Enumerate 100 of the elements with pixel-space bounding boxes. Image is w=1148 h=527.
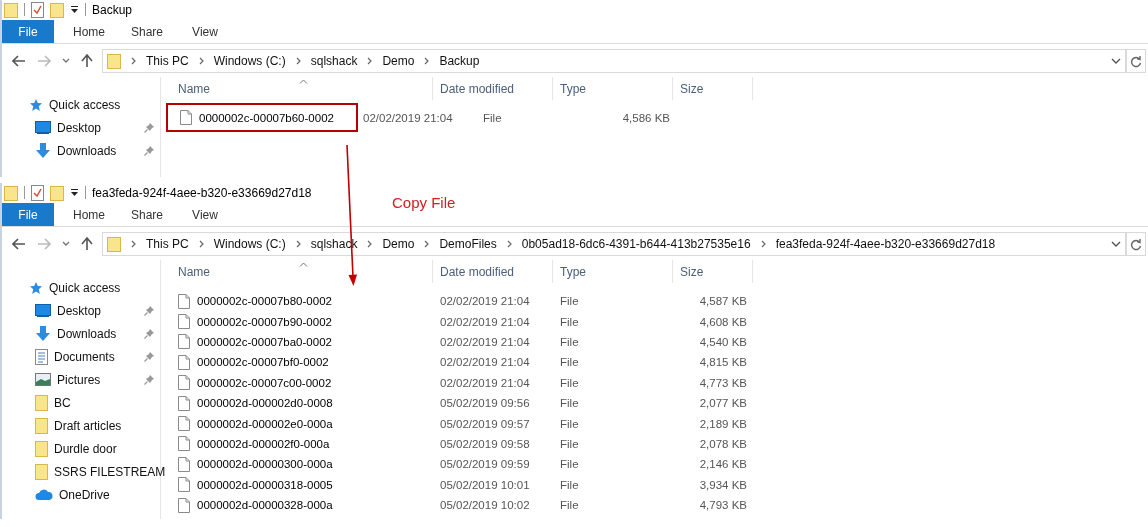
ribbon-tab[interactable]: Home bbox=[60, 20, 118, 43]
ribbon-tab[interactable]: Share bbox=[118, 20, 176, 43]
file-name[interactable]: 0000002c-00007b90-0002 bbox=[197, 315, 332, 328]
size-cell: 4,815 KB bbox=[699, 356, 747, 369]
breadcrumb-item[interactable]: Demo bbox=[382, 237, 415, 251]
file-name[interactable]: 0000002c-00007b60-0002 bbox=[199, 111, 334, 124]
ribbon-tab[interactable]: View bbox=[176, 20, 234, 43]
nav-item[interactable]: Durdle door bbox=[54, 441, 117, 456]
dropdown-icon[interactable] bbox=[70, 188, 79, 197]
pin-icon[interactable] bbox=[144, 374, 155, 385]
checklist-icon[interactable] bbox=[31, 184, 44, 201]
nav-item[interactable]: Pictures bbox=[57, 372, 101, 387]
document-icon bbox=[35, 348, 48, 365]
nav-item[interactable]: BC bbox=[54, 395, 71, 410]
breadcrumb-item[interactable]: This PC bbox=[146, 54, 189, 68]
file-icon bbox=[178, 497, 190, 513]
size-cell: 2,189 KB bbox=[699, 417, 747, 430]
column-header[interactable]: Name bbox=[178, 81, 210, 96]
column-header[interactable]: Size bbox=[680, 81, 704, 96]
chevron-down-icon[interactable] bbox=[1111, 58, 1121, 64]
monitor-icon bbox=[35, 121, 51, 134]
ribbon-tab[interactable]: File bbox=[2, 20, 54, 43]
file-name[interactable]: 0000002c-00007ba0-0002 bbox=[197, 336, 332, 348]
chevron-right-icon bbox=[424, 240, 430, 248]
pin-icon[interactable] bbox=[144, 305, 155, 316]
file-icon bbox=[180, 110, 192, 125]
pin-icon[interactable] bbox=[144, 145, 155, 156]
file-icon bbox=[178, 395, 190, 411]
folder-icon bbox=[35, 463, 48, 480]
date-cell: 05/02/2019 09:57 bbox=[440, 417, 530, 430]
file-name[interactable]: 0000002d-000002d0-0008 bbox=[197, 397, 333, 410]
up-icon[interactable] bbox=[81, 237, 93, 251]
star-icon bbox=[29, 98, 43, 112]
folder-icon bbox=[35, 394, 48, 411]
back-icon[interactable] bbox=[12, 238, 26, 250]
date-cell: 05/02/2019 10:01 bbox=[440, 478, 530, 491]
nav-item[interactable]: OneDrive bbox=[59, 487, 110, 502]
nav-item[interactable]: Downloads bbox=[57, 326, 117, 341]
chevron-right-icon bbox=[198, 57, 204, 65]
nav-item[interactable]: SSRS FILESTREAM bbox=[54, 464, 166, 479]
nav-item[interactable]: Quick access bbox=[49, 98, 121, 112]
nav-item[interactable]: Downloads bbox=[57, 143, 117, 158]
column-header[interactable]: Type bbox=[560, 264, 586, 279]
file-name[interactable]: 0000002d-00000300-000a bbox=[197, 458, 333, 471]
ribbon-tab[interactable]: Share bbox=[118, 203, 176, 226]
chevron-down-icon[interactable] bbox=[62, 241, 70, 247]
dropdown-icon[interactable] bbox=[70, 5, 79, 14]
pin-icon[interactable] bbox=[144, 351, 155, 362]
ribbon-tab[interactable]: Home bbox=[60, 203, 118, 226]
breadcrumb-item[interactable]: Windows (C:) bbox=[213, 54, 286, 68]
chevron-right-icon bbox=[367, 240, 373, 248]
column-header[interactable]: Type bbox=[560, 81, 586, 96]
file-icon bbox=[178, 477, 190, 493]
type-cell: File bbox=[560, 478, 579, 491]
checklist-icon[interactable] bbox=[31, 1, 44, 18]
breadcrumb-item[interactable]: Backup bbox=[439, 54, 480, 68]
file-name[interactable]: 0000002c-00007bf0-0002 bbox=[197, 356, 329, 369]
nav-item[interactable]: Draft articles bbox=[54, 418, 122, 433]
size-cell: 4,586 KB bbox=[622, 111, 670, 124]
file-name[interactable]: 0000002c-00007c00-0002 bbox=[197, 376, 332, 389]
column-header[interactable]: Date modified bbox=[440, 264, 515, 279]
date-cell: 02/02/2019 21:04 bbox=[363, 111, 453, 124]
breadcrumb-item[interactable]: Demo bbox=[382, 54, 415, 68]
ribbon-tab[interactable]: View bbox=[176, 203, 234, 226]
annotation-label: Copy File bbox=[392, 194, 456, 211]
breadcrumb-item[interactable]: sqlshack bbox=[310, 54, 358, 68]
chevron-right-icon bbox=[131, 57, 136, 65]
nav-item[interactable]: Desktop bbox=[57, 303, 102, 318]
refresh-icon bbox=[1130, 237, 1142, 251]
breadcrumb-item[interactable]: Windows (C:) bbox=[213, 237, 286, 251]
file-icon bbox=[178, 314, 190, 330]
ribbon-tab[interactable]: File bbox=[2, 203, 54, 226]
size-cell: 2,077 KB bbox=[699, 397, 747, 410]
file-name[interactable]: 0000002d-000002f0-000a bbox=[197, 437, 330, 450]
file-name[interactable]: 0000002d-00000318-0005 bbox=[197, 478, 333, 491]
breadcrumb-item[interactable]: DemoFiles bbox=[439, 237, 497, 251]
chevron-down-icon[interactable] bbox=[62, 58, 70, 64]
column-header[interactable]: Size bbox=[680, 264, 704, 279]
chevron-down-icon[interactable] bbox=[1111, 241, 1121, 247]
file-name[interactable]: 0000002d-00000328-000a bbox=[197, 499, 333, 512]
breadcrumb-item[interactable]: fea3feda-924f-4aee-b320-e33669d27d18 bbox=[775, 237, 996, 251]
file-name[interactable]: 0000002c-00007b80-0002 bbox=[197, 295, 332, 308]
refresh-button[interactable] bbox=[1126, 49, 1146, 73]
file-name[interactable]: 0000002d-000002e0-000a bbox=[197, 417, 333, 430]
refresh-button[interactable] bbox=[1126, 232, 1146, 256]
nav-item[interactable]: Documents bbox=[54, 349, 115, 364]
download-icon bbox=[35, 142, 51, 159]
file-icon bbox=[178, 456, 190, 472]
column-header[interactable]: Name bbox=[178, 264, 210, 279]
nav-item[interactable]: Desktop bbox=[57, 120, 102, 135]
breadcrumb-item[interactable]: This PC bbox=[146, 237, 189, 251]
up-icon[interactable] bbox=[81, 54, 93, 68]
address-bar[interactable]: This PC Windows (C:) sqlshack Demo Backup bbox=[102, 49, 1126, 73]
date-cell: 02/02/2019 21:04 bbox=[440, 295, 530, 308]
pin-icon[interactable] bbox=[144, 122, 155, 133]
back-icon[interactable] bbox=[12, 55, 26, 67]
breadcrumb-item[interactable]: 0b05ad18-6dc6-4391-b644-413b27535e16 bbox=[521, 237, 751, 251]
column-header[interactable]: Date modified bbox=[440, 81, 515, 96]
pin-icon[interactable] bbox=[144, 328, 155, 339]
nav-item[interactable]: Quick access bbox=[49, 281, 121, 295]
